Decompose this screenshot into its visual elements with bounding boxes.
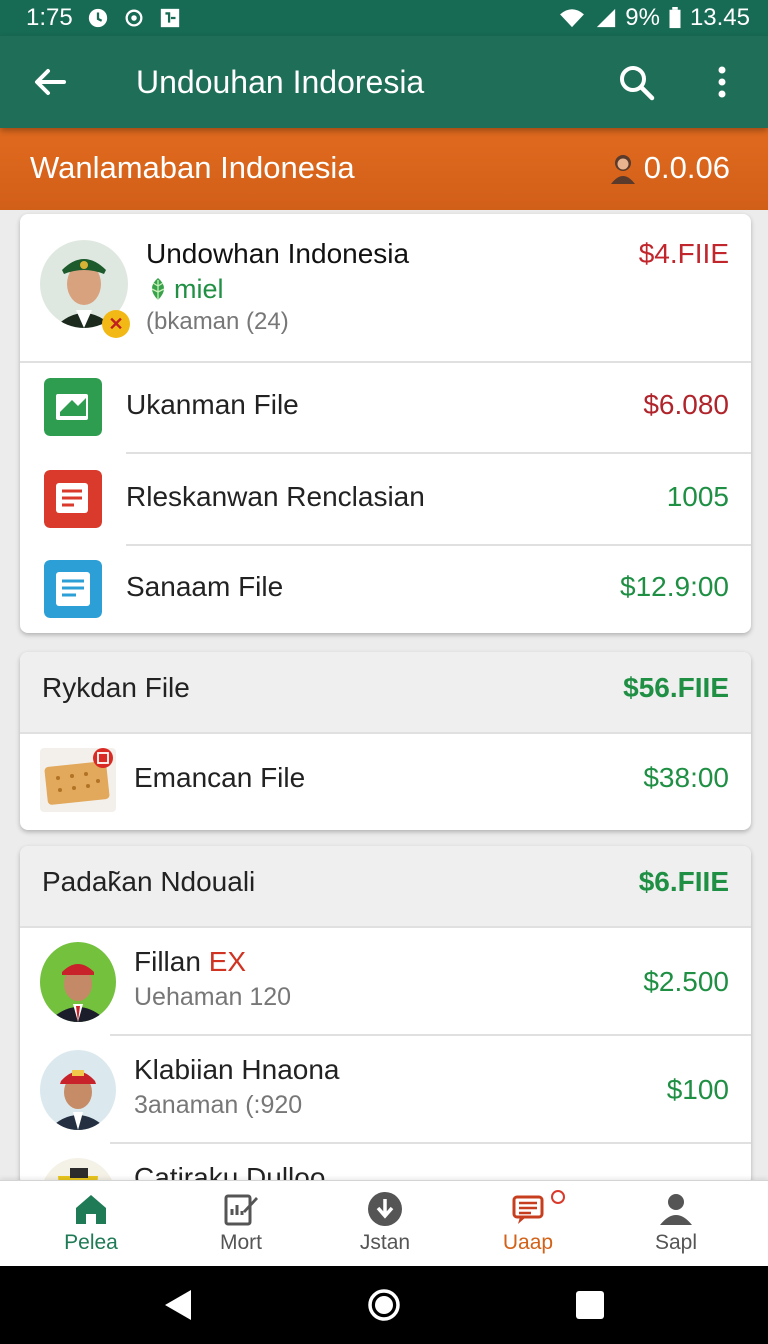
profile-name: Undowhan Indonesia <box>146 238 410 269</box>
nav-item-profile[interactable]: Sapl <box>616 1181 736 1267</box>
leaf-icon <box>151 278 165 300</box>
system-nav-bar <box>0 1266 768 1344</box>
section-title: Padak̃an Ndouali <box>42 866 256 897</box>
file-amount: $12.9:00 <box>620 571 729 602</box>
file-row[interactable]: Ukanman File $6.080 <box>20 362 751 452</box>
file-label: Rleskanwan Renclasian <box>126 481 425 512</box>
person-amount: $100 <box>666 1074 729 1105</box>
profile-amount: $4.FIIE <box>638 238 729 269</box>
person-name: Fillan <box>134 946 201 977</box>
status-clock: 13.45 <box>689 4 750 31</box>
app-bar: Undouhan Indoresia <box>0 36 768 128</box>
bottom-nav: Pelea Mort Jstan Uaap Sapl <box>0 1180 768 1267</box>
status-left: 1:75 <box>26 0 181 36</box>
nav-label: Sapl <box>654 1231 698 1254</box>
person-name-tag: EX <box>208 946 247 977</box>
profile-subtitle-row: miel <box>146 272 224 306</box>
section-card: Rykdan File $56.FIIE Emancan File $38:00 <box>20 652 751 830</box>
wifi-icon <box>560 9 585 28</box>
section-card: Padak̃an Ndouali $6.FIIE Fillan EX Ueham… <box>20 846 751 1186</box>
more-vert-icon[interactable] <box>702 62 742 102</box>
avatar <box>40 1050 116 1130</box>
person-icon <box>610 155 635 184</box>
file-amount: 1005 <box>666 481 729 512</box>
file-label: Emancan File <box>134 762 306 793</box>
balance-banner: Wanlamaban Indonesia 0.0.06 <box>0 128 768 210</box>
green-document-icon <box>44 378 102 436</box>
status-time: 1:75 <box>26 4 73 31</box>
home-circle-icon[interactable] <box>367 1288 401 1322</box>
nav-item-messages[interactable]: Uaap <box>468 1181 588 1267</box>
file-label: Sanaam File <box>126 571 284 602</box>
file-row[interactable]: Rleskanwan Renclasian 1005 <box>20 454 751 544</box>
section-header[interactable]: Rykdan File $56.FIIE <box>20 652 751 732</box>
recents-square-icon[interactable] <box>575 1290 605 1320</box>
avatar <box>40 942 116 1022</box>
notification-dot-icon <box>551 1190 565 1204</box>
person-row[interactable]: Fillan EX Uehaman 120 $2.500 <box>20 928 751 1036</box>
banner-amount: 0.0.06 <box>643 150 730 185</box>
person-amount: $2.500 <box>643 966 729 997</box>
file-amount: $38:00 <box>643 762 729 793</box>
person-meta: Uehaman 120 <box>134 983 292 1011</box>
download-icon <box>368 1192 402 1226</box>
app-title: Undouhan Indoresia <box>136 64 425 100</box>
account-card: ✕ Undowhan Indonesia miel (bkaman (24) $… <box>20 214 751 633</box>
blue-document-icon <box>44 560 102 618</box>
home-icon <box>76 1195 106 1224</box>
file-amount: $6.080 <box>643 389 729 420</box>
file-row[interactable]: Sanaam File $12.9:00 <box>20 544 751 633</box>
section-title: Rykdan File <box>42 672 190 703</box>
section-amount: $6.FIIE <box>638 866 729 897</box>
nav-label: Uaap <box>502 1231 554 1254</box>
profile-subtitle: miel <box>174 274 224 304</box>
nav-label: Jstan <box>359 1231 411 1254</box>
person-name-row: Fillan EX <box>134 944 246 980</box>
banner-title: Wanlamaban Indonesia <box>30 150 355 185</box>
back-triangle-icon[interactable] <box>163 1288 193 1322</box>
section-header[interactable]: Padak̃an Ndouali $6.FIIE <box>20 846 751 926</box>
signal-icon <box>597 8 616 28</box>
message-icon <box>512 1195 544 1224</box>
person-name: Klabiian Hnaona <box>134 1054 340 1085</box>
nav-item-edit[interactable]: Mort <box>181 1181 301 1267</box>
status-right: 9% 13.45 <box>557 0 750 36</box>
section-amount: $56.FIIE <box>623 672 729 703</box>
battery-percent: 9% <box>625 4 660 31</box>
sync-icon <box>125 9 143 27</box>
profile-avatar-wrap: ✕ <box>40 240 130 338</box>
nav-label: Mort <box>220 1231 262 1254</box>
cracker-icon <box>40 748 116 812</box>
profile-meta: (bkaman (24) <box>146 308 289 335</box>
status-bar: 1:75 9% 13.45 <box>0 0 768 36</box>
search-icon[interactable] <box>616 62 656 102</box>
banner-amount-group: 0.0.06 <box>608 148 730 188</box>
person-row[interactable]: Klabiian Hnaona 3anaman (:920 $100 <box>20 1036 751 1144</box>
battery-icon <box>669 7 681 29</box>
back-arrow-icon[interactable] <box>30 62 70 102</box>
person-meta: 3anaman (:920 <box>134 1091 303 1119</box>
nav-item-download[interactable]: Jstan <box>325 1181 445 1267</box>
notification-icon <box>88 8 107 28</box>
nav-item-home[interactable]: Pelea <box>31 1181 151 1267</box>
file-row[interactable]: Emancan File $38:00 <box>20 734 751 830</box>
profile-row[interactable]: ✕ Undowhan Indonesia miel (bkaman (24) $… <box>20 214 751 362</box>
nav-label: Pelea <box>64 1231 118 1254</box>
app-notification-icon <box>160 8 179 28</box>
file-label: Ukanman File <box>126 389 299 420</box>
red-document-icon <box>44 470 102 528</box>
edit-icon <box>224 1194 258 1226</box>
badge-icon: ✕ <box>102 310 130 338</box>
profile-icon <box>660 1194 692 1225</box>
